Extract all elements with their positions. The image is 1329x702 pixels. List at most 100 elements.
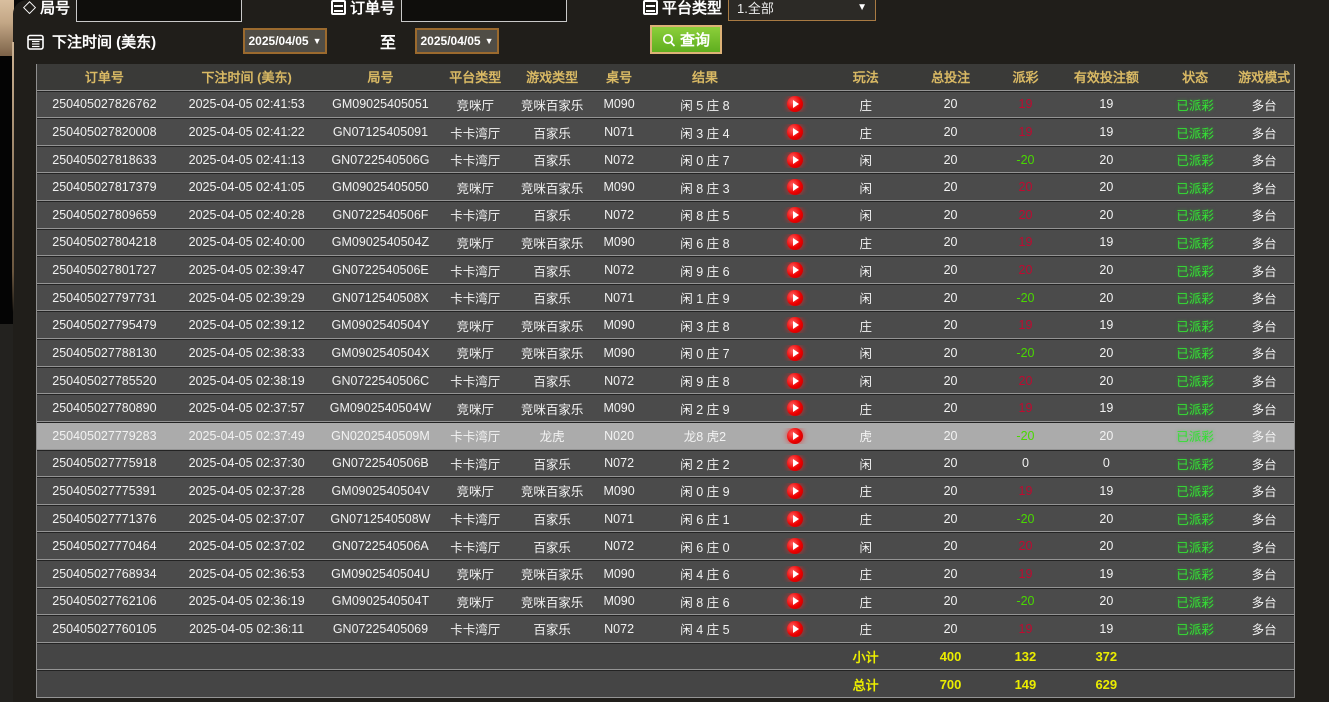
cell-platform: 卡卡湾厅 <box>439 261 511 280</box>
cell-valid-bet: 19 <box>1056 622 1156 636</box>
cell-order: 250405027820008 <box>37 125 172 139</box>
date-from-select[interactable]: 2025/04/05 ▼ <box>243 28 327 54</box>
cell-time: 2025-04-05 02:40:00 <box>172 235 322 249</box>
replay-play-icon[interactable] <box>787 345 803 361</box>
table-row[interactable]: 250405027818633 2025-04-05 02:41:13 GN07… <box>37 146 1294 174</box>
cell-game: 竞咪百家乐 <box>511 592 593 611</box>
list-icon <box>331 0 346 15</box>
cell-payout: -20 <box>995 512 1057 526</box>
cell-mode: 多台 <box>1234 592 1294 611</box>
header-platform: 平台类型 <box>439 67 511 86</box>
replay-play-icon[interactable] <box>787 538 803 554</box>
cell-game: 百家乐 <box>511 619 593 638</box>
cell-mode: 多台 <box>1234 288 1294 307</box>
cell-play: 闲 <box>825 537 907 556</box>
date-to-select[interactable]: 2025/04/05 ▼ <box>415 28 499 54</box>
order-number-label: 订单号 <box>350 0 395 18</box>
cell-mode: 多台 <box>1234 123 1294 142</box>
cell-mode: 多台 <box>1234 454 1294 473</box>
replay-play-icon[interactable] <box>787 593 803 609</box>
table-row[interactable]: 250405027785520 2025-04-05 02:38:19 GN07… <box>37 367 1294 395</box>
table-row[interactable]: 250405027809659 2025-04-05 02:40:28 GN07… <box>37 201 1294 229</box>
replay-play-icon[interactable] <box>787 207 803 223</box>
replay-play-icon[interactable] <box>787 566 803 582</box>
cell-time: 2025-04-05 02:41:22 <box>172 125 322 139</box>
cell-payout: -20 <box>995 291 1057 305</box>
cell-valid-bet: 20 <box>1056 346 1156 360</box>
replay-play-icon[interactable] <box>787 621 803 637</box>
cell-payout: 19 <box>995 125 1057 139</box>
cell-play: 庄 <box>825 592 907 611</box>
cell-result: 闲 9 庄 8 <box>645 371 765 390</box>
table-row[interactable]: 250405027760105 2025-04-05 02:36:11 GN07… <box>37 615 1294 643</box>
table-row[interactable]: 250405027801727 2025-04-05 02:39:47 GN07… <box>37 256 1294 284</box>
cell-table-no: M090 <box>593 567 645 581</box>
cell-mode: 多台 <box>1234 233 1294 252</box>
platform-type-select[interactable]: 1.全部 ▼ <box>728 0 876 21</box>
order-number-input[interactable] <box>401 0 567 22</box>
records-table: 订单号 下注时间 (美东) 局号 平台类型 游戏类型 桌号 结果 玩法 总投注 … <box>36 64 1295 698</box>
cell-valid-bet: 19 <box>1056 401 1156 415</box>
header-valid-bet: 有效投注额 <box>1056 67 1156 86</box>
cell-round: GN0712540508W <box>322 512 440 526</box>
cell-time: 2025-04-05 02:38:19 <box>172 374 322 388</box>
cell-status: 已派彩 <box>1156 288 1234 307</box>
table-row[interactable]: 250405027762106 2025-04-05 02:36:19 GM09… <box>37 588 1294 616</box>
replay-play-icon[interactable] <box>787 124 803 140</box>
replay-play-icon[interactable] <box>787 511 803 527</box>
grand-total-row: 总计 700 149 629 <box>37 670 1294 698</box>
replay-play-icon[interactable] <box>787 373 803 389</box>
cell-result: 闲 8 庄 6 <box>645 592 765 611</box>
table-row[interactable]: 250405027775391 2025-04-05 02:37:28 GM09… <box>37 477 1294 505</box>
replay-play-icon[interactable] <box>787 234 803 250</box>
cell-play: 庄 <box>825 564 907 583</box>
cell-order: 250405027780890 <box>37 401 172 415</box>
search-button[interactable]: 查询 <box>650 25 722 54</box>
cell-game: 百家乐 <box>511 509 593 528</box>
table-row[interactable]: 250405027780890 2025-04-05 02:37:57 GM09… <box>37 394 1294 422</box>
replay-play-icon[interactable] <box>787 455 803 471</box>
cell-play: 闲 <box>825 371 907 390</box>
cell-order: 250405027817379 <box>37 180 172 194</box>
round-number-input[interactable] <box>76 0 242 22</box>
cell-total-bet: 20 <box>907 97 995 111</box>
table-header-row: 订单号 下注时间 (美东) 局号 平台类型 游戏类型 桌号 结果 玩法 总投注 … <box>37 64 1294 91</box>
table-row[interactable]: 250405027768934 2025-04-05 02:36:53 GM09… <box>37 560 1294 588</box>
cell-game: 竞咪百家乐 <box>511 316 593 335</box>
cell-result: 闲 2 庄 9 <box>645 399 765 418</box>
table-row[interactable]: 250405027788130 2025-04-05 02:38:33 GM09… <box>37 339 1294 367</box>
table-row[interactable]: 250405027817379 2025-04-05 02:41:05 GM09… <box>37 173 1294 201</box>
replay-play-icon[interactable] <box>787 152 803 168</box>
replay-play-icon[interactable] <box>787 96 803 112</box>
cell-mode: 多台 <box>1234 371 1294 390</box>
cell-play: 闲 <box>825 205 907 224</box>
replay-play-icon[interactable] <box>787 400 803 416</box>
table-row[interactable]: 250405027804218 2025-04-05 02:40:00 GM09… <box>37 229 1294 257</box>
cell-mode: 多台 <box>1234 95 1294 114</box>
table-row[interactable]: 250405027795479 2025-04-05 02:39:12 GM09… <box>37 311 1294 339</box>
cell-order: 250405027762106 <box>37 594 172 608</box>
table-row[interactable]: 250405027820008 2025-04-05 02:41:22 GN07… <box>37 118 1294 146</box>
diamond-icon: ◇ <box>23 0 36 17</box>
cell-valid-bet: 20 <box>1056 180 1156 194</box>
cell-round: GM0902540504Y <box>322 318 440 332</box>
table-row[interactable]: 250405027797731 2025-04-05 02:39:29 GN07… <box>37 284 1294 312</box>
cell-result: 闲 0 庄 9 <box>645 481 765 500</box>
replay-play-icon[interactable] <box>787 290 803 306</box>
table-row[interactable]: 250405027775918 2025-04-05 02:37:30 GN07… <box>37 450 1294 478</box>
cell-game: 百家乐 <box>511 261 593 280</box>
replay-play-icon[interactable] <box>787 179 803 195</box>
cell-status: 已派彩 <box>1156 205 1234 224</box>
replay-play-icon[interactable] <box>787 317 803 333</box>
table-row[interactable]: 250405027771376 2025-04-05 02:37:07 GN07… <box>37 505 1294 533</box>
replay-play-icon[interactable] <box>787 483 803 499</box>
search-button-label: 查询 <box>680 29 710 50</box>
cell-round: GN0722540506B <box>322 456 440 470</box>
replay-play-icon[interactable] <box>787 262 803 278</box>
table-row[interactable]: 250405027826762 2025-04-05 02:41:53 GM09… <box>37 91 1294 119</box>
table-row[interactable]: 250405027779283 2025-04-05 02:37:49 GN02… <box>37 422 1294 450</box>
table-row[interactable]: 250405027770464 2025-04-05 02:37:02 GN07… <box>37 532 1294 560</box>
cell-game: 竞咪百家乐 <box>511 564 593 583</box>
cell-table-no: N072 <box>593 263 645 277</box>
replay-play-icon[interactable] <box>787 428 803 444</box>
